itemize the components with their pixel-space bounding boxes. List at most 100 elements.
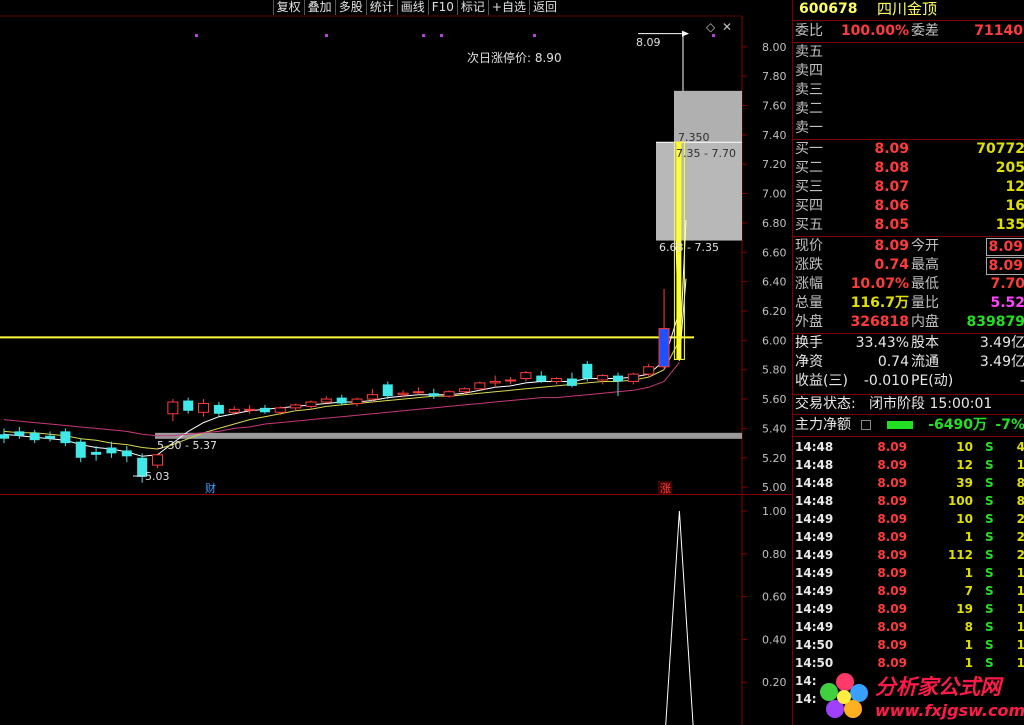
tick-direction: S <box>985 602 994 616</box>
toolbar-button-5[interactable]: F10 <box>427 0 457 15</box>
tick-row[interactable]: 14:49 8.09 19 S 1 <box>793 600 1024 618</box>
candle-body[interactable] <box>290 404 302 409</box>
candle-body[interactable] <box>459 388 470 393</box>
candle-body[interactable] <box>428 393 439 397</box>
candle-body[interactable] <box>351 398 363 404</box>
tick-row[interactable]: 14:49 8.09 7S 1 <box>793 582 1024 600</box>
chart-area[interactable]: 8.00 7.80 7.60 7.40 7.20 7.00 6.80 6.60 6.40 6.20… <box>0 0 792 725</box>
tick-row[interactable]: 14:48 8.09 10 S 4 <box>793 438 1024 456</box>
tick-row[interactable]: 14:49 8.09 112 S 2 <box>793 546 1024 564</box>
candle-body[interactable] <box>536 375 547 382</box>
limit-marker[interactable]: 涨 <box>660 482 671 495</box>
candle-body[interactable] <box>336 397 347 404</box>
main-force-row[interactable]: 主力净额 -6490万 -7% <box>793 416 1024 435</box>
quote-row-zongliang: 总量 116.7万 量比 5.52 <box>793 294 1024 313</box>
tick-volume: 1 <box>964 530 973 544</box>
candle-body[interactable] <box>228 408 240 413</box>
toolbar-button-1[interactable]: 叠加 <box>303 0 335 15</box>
buy-row: 买三 8.07 12 <box>793 178 1024 197</box>
candle-body[interactable] <box>244 408 256 411</box>
candle-body[interactable] <box>582 363 593 379</box>
tick-direction: S <box>985 440 994 454</box>
candle-body[interactable] <box>613 375 623 382</box>
tick-count: 4 <box>1017 438 1024 456</box>
finance-marker[interactable]: 财 <box>205 481 216 495</box>
candle-body[interactable] <box>75 441 86 458</box>
tick-row[interactable]: 14:498.091S1 <box>793 564 1024 582</box>
candle-body[interactable] <box>121 450 132 457</box>
toolbar-button-6[interactable]: 标记 <box>456 0 488 15</box>
toolbar-button-4[interactable]: 画线 <box>396 0 428 15</box>
candle-body[interactable] <box>474 382 486 390</box>
kline-chart[interactable]: 8.00 7.80 7.60 7.40 7.20 7.00 6.80 6.60 6.40 6.20… <box>0 0 792 725</box>
candle-body[interactable] <box>382 384 393 397</box>
toolbar-button-2[interactable]: 多股 <box>334 0 366 15</box>
buy-label: 买四 <box>795 198 823 214</box>
candle-body[interactable] <box>597 375 609 381</box>
candle-body[interactable] <box>91 451 102 455</box>
toolbar-button-7[interactable]: +自选 <box>487 0 529 15</box>
candle-body[interactable] <box>60 431 71 444</box>
candle-body[interactable] <box>489 380 501 384</box>
candle-body[interactable] <box>167 401 179 415</box>
tick-row[interactable]: 14:48 8.09 100 S 8 <box>793 492 1024 510</box>
candle-body[interactable] <box>29 432 40 441</box>
candle-body[interactable] <box>412 391 424 394</box>
toolbar-button-3[interactable]: 统计 <box>365 0 397 15</box>
tick-row[interactable]: 14:49 8.09 1S 2 <box>793 528 1024 546</box>
list-icon[interactable] <box>861 420 871 430</box>
candle-body[interactable] <box>627 373 639 382</box>
tick-volume: 39 <box>956 476 973 490</box>
candle-body[interactable] <box>320 398 332 403</box>
candle-body[interactable] <box>643 366 655 375</box>
candle-body[interactable] <box>397 392 409 396</box>
tick-row[interactable]: 14:49 8.09 10 S 2 <box>793 510 1024 528</box>
y-tick-label: 5.60 <box>762 393 787 406</box>
candle-body[interactable] <box>305 401 317 407</box>
candle-body[interactable] <box>45 435 56 439</box>
tick-count: 1 <box>1017 618 1024 636</box>
y-tick-label: 5.00 <box>762 481 787 494</box>
tick-row[interactable]: 14:48 8.09 39 S 8 <box>793 474 1024 492</box>
toolbar-button-8[interactable]: 返回 <box>528 0 560 15</box>
quote-value: 8.09 <box>874 238 909 254</box>
candle-body[interactable] <box>259 407 270 413</box>
buy-volume: 205 <box>995 160 1024 176</box>
tick-price: 8.09 <box>877 458 907 472</box>
candle-body[interactable] <box>366 394 378 400</box>
candle-body[interactable] <box>274 407 286 413</box>
candle-body[interactable] <box>505 379 517 382</box>
sell-label: 卖二 <box>795 101 823 117</box>
diamond-icon[interactable]: ◇ <box>706 20 716 34</box>
tick-row[interactable]: 14:48 8.09 12 S 1 <box>793 456 1024 474</box>
candle-body[interactable] <box>551 378 563 382</box>
sell-row: 卖四 <box>793 62 1024 81</box>
y-tick-label: 7.60 <box>762 100 787 113</box>
candle-body[interactable] <box>183 400 194 411</box>
tick-direction: S <box>985 548 994 562</box>
candle-body[interactable] <box>14 431 25 436</box>
quote-label2: 量比 <box>911 295 939 311</box>
candle-body[interactable] <box>520 372 532 380</box>
tick-time: 14:48 <box>795 494 834 508</box>
close-icon[interactable]: ✕ <box>722 20 732 34</box>
tick-price: 8.09 <box>877 476 907 490</box>
tick-row[interactable]: 14:49 8.09 8S 1 <box>793 618 1024 636</box>
quote-label2: 今开 <box>911 238 939 254</box>
toolbar-button-0[interactable]: 复权 <box>272 0 304 15</box>
quote-panel: 600678 四川金顶 委比 100.00% 委差 71140 卖五 卖四 卖三 卖二… <box>792 0 1024 725</box>
vol-y-tick-label: 0.60 <box>762 591 787 604</box>
tick-count: 1 <box>1017 456 1024 474</box>
tick-price: 8.09 <box>877 530 907 544</box>
candle-body[interactable] <box>213 404 224 414</box>
candle-body[interactable] <box>152 454 163 466</box>
candle-body[interactable] <box>443 391 455 397</box>
tick-price: 8.09 <box>877 620 907 634</box>
candle-body[interactable] <box>658 328 670 368</box>
tick-row[interactable]: 14:508.091S1 <box>793 636 1024 654</box>
zone-mid-range-label: 6.68 - 7.35 <box>659 241 719 254</box>
candle-body[interactable] <box>198 402 210 413</box>
candle-body[interactable] <box>0 434 9 439</box>
candle-body[interactable] <box>106 447 117 454</box>
candle-body[interactable] <box>566 378 577 386</box>
